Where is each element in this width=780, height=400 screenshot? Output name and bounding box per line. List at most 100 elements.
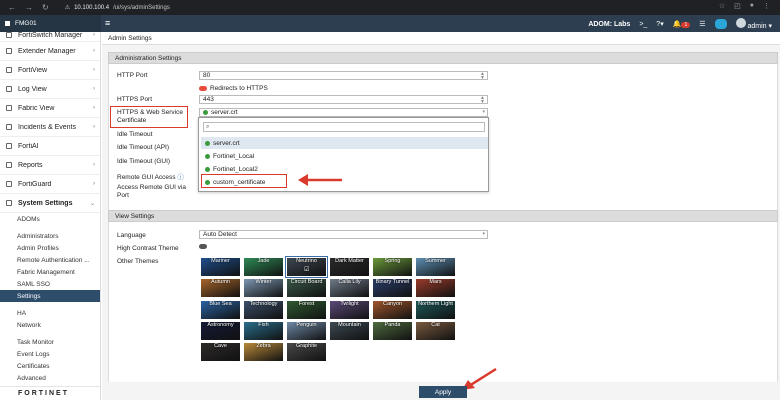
spinner-icon[interactable]: ▲ ▼ [480,96,485,105]
cli-icon[interactable]: >_ [639,21,647,28]
profile-icon[interactable]: ● [750,2,754,10]
theme-swatch[interactable]: Graphite [286,342,327,363]
sidebar-sub-fabric-management[interactable]: Fabric Management [0,266,100,278]
chevron-right-icon: › [93,32,95,38]
theme-name: Panda [384,321,401,328]
info-icon[interactable]: ⓘ [177,174,184,181]
https-port-label: HTTPS Port [117,96,153,103]
theme-swatch[interactable]: Winter [243,278,284,299]
sidebar-item-fabricview[interactable]: Fabric View › [0,99,100,118]
theme-swatch[interactable]: Dark Matter [329,257,370,277]
theme-swatch[interactable]: Cave [200,342,241,363]
sidebar-sub-certificates[interactable]: Certificates [0,360,100,372]
fabric-icon [6,105,12,111]
redirect-https-toggle[interactable] [199,86,207,91]
high-contrast-toggle[interactable] [199,244,207,249]
theme-swatch[interactable]: Canyon [372,299,413,320]
sidebar-sub-administrators[interactable]: Administrators [0,230,100,242]
theme-swatch[interactable]: Northern Light [415,299,456,320]
view-section-header[interactable]: View Settings [108,210,778,222]
theme-swatch[interactable]: Cat [415,320,456,341]
url-path: /ui/sys/adminSettings [113,4,170,11]
sidebar-sub-settings[interactable]: Settings [0,290,100,302]
star-icon[interactable]: ☆ [719,2,725,10]
theme-name: Fish [258,321,269,328]
ai-icon [6,143,12,149]
forward-icon[interactable]: → [25,3,33,12]
chevron-right-icon: › [93,181,95,187]
theme-swatch[interactable]: Forest [286,299,327,320]
cert-option-fortinet-local[interactable]: Fortinet_Local [201,150,488,162]
help-icon[interactable]: ?▾ [656,20,663,28]
sidebar-sub-task-monitor[interactable]: Task Monitor [0,336,100,348]
https-port-input[interactable]: 443 ▲ ▼ [199,95,488,105]
theme-name: Mariner [211,258,230,264]
switch-icon [6,32,12,38]
theme-swatch[interactable]: Fish [243,320,284,341]
admin-section-header[interactable]: Administration Settings [108,52,778,64]
theme-swatch[interactable]: Blue Sea [200,299,241,320]
theme-swatch[interactable]: Penguin [286,320,327,341]
user-menu[interactable]: admin ▾ [735,18,772,30]
sidebar-sub-event-logs[interactable]: Event Logs [0,348,100,360]
apply-button[interactable]: Apply [419,386,467,398]
theme-swatch[interactable]: Calla Lily [329,278,370,299]
sidebar-item-extender[interactable]: Extender Manager › [0,42,100,61]
cert-option-server[interactable]: server.crt [201,137,488,149]
theme-swatch[interactable]: Circuit Board [286,278,327,299]
theme-swatch[interactable]: Technology [243,299,284,320]
avatar [735,18,746,28]
language-label: Language [117,232,146,239]
theme-swatch[interactable]: Binary Tunnel [372,278,413,299]
assistant-icon[interactable] [714,19,727,29]
theme-swatch[interactable]: Mars [415,278,456,299]
sidebar-sub-ha[interactable]: HA [0,307,100,319]
more-icon[interactable]: ⋮ [763,2,770,10]
settings-menu-icon[interactable]: ☰ [699,20,705,28]
cert-select[interactable]: server.crt ▾ [199,108,488,117]
theme-swatch[interactable]: Summer [415,257,456,277]
back-icon[interactable]: ← [8,3,16,12]
remote-gui-label: Remote GUI Access ⓘ [117,174,184,181]
sidebar-item-fortiview[interactable]: FortiView › [0,61,100,80]
adom-selector[interactable]: ADOM: Labs [588,21,630,28]
language-select[interactable]: Auto Detect ▾ [199,230,488,239]
sidebar-sub-adoms[interactable]: ADOMs [0,213,100,225]
sidebar-sub-admin-profiles[interactable]: Admin Profiles [0,242,100,254]
theme-swatch[interactable]: Spring [372,257,413,277]
notifications-icon[interactable]: 🔔 1 [673,20,691,28]
cert-label-highlight [110,106,188,128]
sidebar-sub-remote-auth[interactable]: Remote Authentication ... [0,254,100,266]
hamburger-icon[interactable]: ≡ [105,18,110,28]
theme-name: Astronomy [207,321,234,328]
sidebar-sub-saml-sso[interactable]: SAML SSO [0,278,100,290]
theme-swatch[interactable]: Twilight [329,299,370,320]
sidebar-item-fortiswitch[interactable]: FortiSwitch Manager › [0,32,100,42]
theme-swatch[interactable]: Astronomy [200,320,241,341]
theme-swatch[interactable]: Zebra [243,342,284,363]
theme-swatch[interactable]: Panda [372,320,413,341]
shield-icon [6,181,12,187]
sidebar-item-incidents[interactable]: Incidents & Events › [0,118,100,137]
custom-cert-highlight [201,174,287,188]
browser-nav: ← → ↻ [8,3,49,12]
cert-search-input[interactable]: ⌕ [203,122,485,132]
theme-swatch[interactable]: Neutrino ☑ [285,256,328,278]
sidebar-sub-advanced[interactable]: Advanced [0,372,100,384]
http-port-input[interactable]: 80 ▲ ▼ [199,71,488,81]
theme-swatch[interactable]: Autumn [200,278,241,299]
gear-icon [6,200,12,206]
theme-swatch[interactable]: Jade [243,257,284,277]
extension-icon[interactable]: ◰ [734,2,741,10]
sidebar-item-fortiai[interactable]: FortiAI [0,137,100,156]
theme-swatch[interactable]: Mountain [329,320,370,341]
reload-icon[interactable]: ↻ [42,3,49,12]
sidebar-item-system-settings[interactable]: System Settings ⌄ [0,194,100,213]
sidebar-sub-network[interactable]: Network [0,319,100,331]
spinner-icon[interactable]: ▲ ▼ [480,72,485,81]
sidebar-item-reports[interactable]: Reports › [0,156,100,175]
sidebar-item-logview[interactable]: Log View › [0,80,100,99]
theme-swatch[interactable]: Mariner [200,257,241,277]
sidebar-item-fortiguard[interactable]: FortiGuard › [0,175,100,194]
address-bar[interactable]: ⚠ 10.100.100.4/ui/sys/adminSettings [65,4,170,12]
